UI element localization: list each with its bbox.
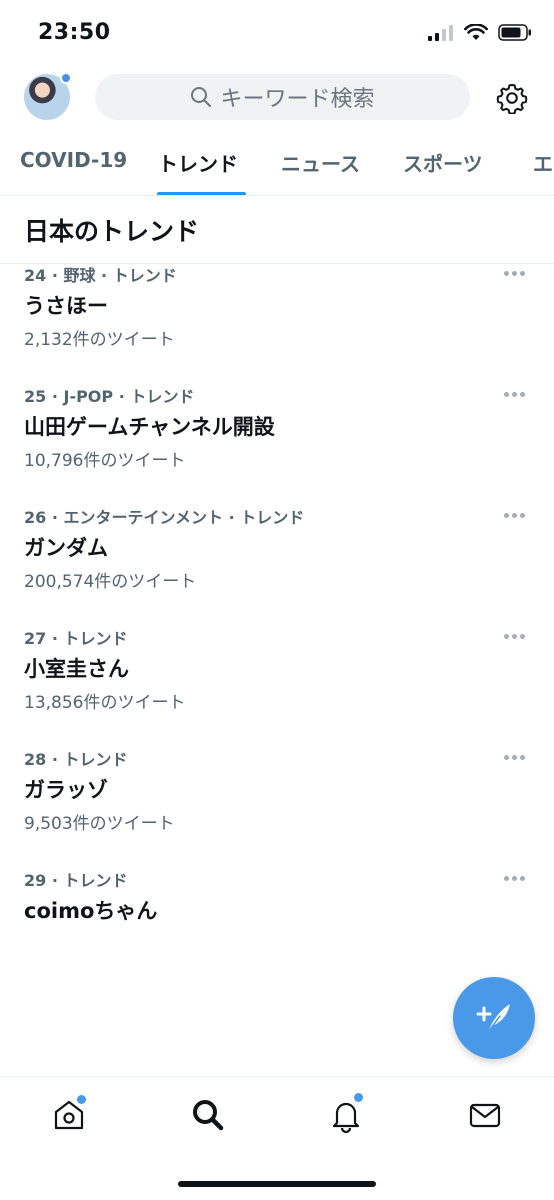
more-icon[interactable] <box>504 631 530 641</box>
wifi-icon <box>464 24 488 40</box>
tweet-count: 13,856件のツイート <box>24 693 186 713</box>
more-icon[interactable] <box>504 268 530 278</box>
trend-name: coimoちゃん <box>24 899 158 923</box>
trend-item[interactable]: 25 · J-POP · トレンド 山田ゲームチャンネル開設 10,796件のツ… <box>0 367 554 488</box>
section-header: 日本のトレンド <box>0 196 554 264</box>
compose-button[interactable] <box>453 977 535 1059</box>
trend-item[interactable]: 26 · エンターテインメント · トレンド ガンダム 200,574件のツイー… <box>0 488 554 609</box>
trend-meta: 26 · エンターテインメント · トレンド <box>24 508 305 527</box>
bell-icon <box>332 1102 360 1134</box>
trend-item[interactable]: 29 · トレンド coimoちゃん <box>0 851 554 972</box>
nav-messages[interactable] <box>467 1097 503 1133</box>
status-bar: 23:50 <box>0 0 554 64</box>
trend-list: 24 · 野球 · トレンド うさほー 2,132件のツイート 25 · J-P… <box>0 264 554 1076</box>
home-notification-dot <box>77 1095 86 1104</box>
section-title: 日本のトレンド <box>24 217 200 246</box>
tab-news[interactable]: ニュース <box>281 148 360 177</box>
tweet-count: 10,796件のツイート <box>24 451 186 471</box>
more-icon[interactable] <box>504 873 530 883</box>
search-input[interactable]: キーワード検索 <box>95 74 470 120</box>
explore-search-icon <box>193 1100 224 1131</box>
mail-icon <box>469 1103 501 1128</box>
trend-meta: 28 · トレンド <box>24 750 128 769</box>
nav-home[interactable] <box>51 1095 87 1133</box>
trend-item[interactable]: 24 · 野球 · トレンド うさほー 2,132件のツイート <box>0 264 554 367</box>
trend-name: 山田ゲームチャンネル開設 <box>24 415 275 439</box>
compose-icon <box>476 1004 510 1033</box>
avatar[interactable] <box>24 72 72 120</box>
tab-trends[interactable]: トレンド <box>158 148 238 177</box>
trend-item[interactable]: 28 · トレンド ガラッゾ 9,503件のツイート <box>0 730 554 851</box>
tab-sports[interactable]: スポーツ <box>403 148 483 177</box>
trend-meta: 25 · J-POP · トレンド <box>24 387 195 406</box>
gear-icon[interactable] <box>496 82 528 114</box>
notification-dot <box>60 72 72 84</box>
trend-name: うさほー <box>24 294 108 318</box>
home-indicator <box>178 1181 376 1187</box>
tab-entertainment[interactable]: エ <box>533 148 553 177</box>
more-icon[interactable] <box>504 389 530 399</box>
trend-name: ガラッゾ <box>24 778 108 802</box>
status-time: 23:50 <box>38 20 111 45</box>
trend-item[interactable]: 27 · トレンド 小室圭さん 13,856件のツイート <box>0 609 554 730</box>
battery-icon <box>498 24 531 41</box>
status-icons <box>428 24 532 41</box>
trend-name: 小室圭さん <box>24 657 129 681</box>
tab-covid19[interactable]: COVID-19 <box>20 148 127 172</box>
trend-meta: 24 · 野球 · トレンド <box>24 266 177 285</box>
tweet-count: 9,503件のツイート <box>24 814 175 834</box>
trend-meta: 29 · トレンド <box>24 871 128 890</box>
more-icon[interactable] <box>504 510 530 520</box>
search-placeholder: キーワード検索 <box>220 87 375 112</box>
more-icon[interactable] <box>504 752 530 762</box>
tab-bar: COVID-19 トレンド ニュース スポーツ エ <box>0 130 554 196</box>
search-icon <box>191 87 212 107</box>
trend-meta: 27 · トレンド <box>24 629 128 648</box>
signal-icon <box>428 24 453 41</box>
tweet-count: 2,132件のツイート <box>24 330 175 350</box>
tweet-count: 200,574件のツイート <box>24 572 197 592</box>
header: キーワード検索 <box>0 64 554 130</box>
notifications-dot <box>354 1093 363 1102</box>
trend-name: ガンダム <box>24 536 108 560</box>
nav-notifications[interactable] <box>328 1093 364 1134</box>
nav-explore[interactable] <box>190 1097 226 1133</box>
